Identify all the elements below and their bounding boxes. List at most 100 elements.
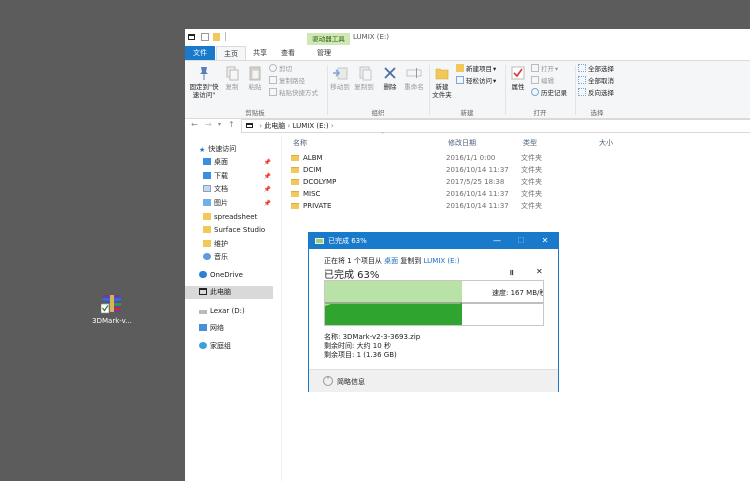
nav-item-desktop[interactable]: 桌面 📌 <box>185 156 273 169</box>
copy-destination-link[interactable]: LUMIX (E:) <box>424 257 460 265</box>
file-row[interactable]: MISC 2016/10/14 11:37 文件夹 <box>289 188 739 200</box>
breadcrumb-separator: › <box>330 122 334 130</box>
nav-item-documents[interactable]: 文档 📌 <box>185 183 273 196</box>
tab-share[interactable]: 共享 <box>247 46 273 60</box>
transfer-speed-graph: 速度: 167 MB/秒 <box>324 280 544 326</box>
file-row[interactable]: DCIM 2016/10/14 11:37 文件夹 <box>289 164 739 176</box>
close-button[interactable]: ✕ <box>533 233 557 249</box>
ribbon-home: 固定到"快 速访问" 复制 粘贴 剪切 复制路径 粘贴快捷方式 剪贴板 移动到 … <box>185 60 750 119</box>
fewer-details-toggle[interactable]: 简略信息 <box>337 377 365 387</box>
system-menu-icon[interactable] <box>188 34 195 40</box>
nav-item-label: 图片 <box>214 199 228 207</box>
nav-quick-access-label: 快速访问 <box>208 145 237 153</box>
copy-path-button[interactable]: 复制路径 <box>269 76 305 87</box>
file-row[interactable]: DCOLYMP 2017/5/25 18:38 文件夹 <box>289 176 739 188</box>
nav-homegroup[interactable]: 家庭组 <box>185 340 273 353</box>
quick-toolbar-divider <box>225 32 226 41</box>
new-folder-quick-icon[interactable] <box>213 33 220 41</box>
clipboard-group-label: 剪贴板 <box>245 109 265 117</box>
documents-folder-icon <box>203 185 211 192</box>
new-group-label: 新建 <box>460 109 474 117</box>
nav-lexar-drive[interactable]: Lexar (D:) <box>185 305 273 318</box>
rename-label: 重命名 <box>404 83 424 91</box>
history-button[interactable]: 历史记录 <box>531 88 567 99</box>
file-date: 2016/1/1 0:00 <box>446 154 496 162</box>
select-all-button[interactable]: 全部选择 <box>578 64 614 75</box>
address-field[interactable]: › 此电脑 › LUMIX (E:) › <box>241 119 750 133</box>
nav-lexar-label: Lexar (D:) <box>210 307 245 315</box>
pause-button[interactable]: ॥ <box>509 267 514 278</box>
nav-item-label: spreadsheet <box>214 213 258 221</box>
properties-label: 属性 <box>511 83 525 91</box>
delete-button[interactable]: 删除 <box>379 65 401 91</box>
pin-icon: 📌 <box>263 186 271 193</box>
tab-home[interactable]: 主页 <box>216 46 246 60</box>
file-row[interactable]: ALBM 2016/1/1 0:00 文件夹 <box>289 152 739 164</box>
nav-item-surface-studio[interactable]: Surface Studio <box>185 224 273 237</box>
copy-description: 正在将 1 个项目从 桌面 复制到 LUMIX (E:) <box>324 256 460 266</box>
scissors-icon <box>269 64 277 72</box>
desktop-file-3dmark[interactable]: 3DMark-v... <box>92 292 132 325</box>
nav-quick-access[interactable]: ★ 快速访问 <box>199 143 287 156</box>
tab-file[interactable]: 文件 <box>185 46 215 60</box>
collapse-chevron-icon[interactable]: ˄ <box>323 376 333 386</box>
copy-source-link[interactable]: 桌面 <box>384 257 398 265</box>
copy-button[interactable]: 复制 <box>222 65 242 91</box>
paste-button[interactable]: 粘贴 <box>245 65 265 91</box>
copy-progress-dialog: 已完成 63% — ☐ ✕ 正在将 1 个项目从 桌面 复制到 LUMIX (E… <box>308 232 559 392</box>
maximize-button[interactable]: ☐ <box>509 233 533 249</box>
file-row[interactable]: PRIVATE 2016/10/14 11:37 文件夹 <box>289 200 739 212</box>
properties-quick-icon[interactable] <box>201 33 209 41</box>
move-to-icon <box>332 65 348 81</box>
breadcrumb-lumix[interactable]: LUMIX (E:) <box>293 122 329 130</box>
tab-view[interactable]: 查看 <box>275 46 301 60</box>
star-icon: ★ <box>199 146 206 154</box>
new-item-label: 新建项目 <box>466 65 492 73</box>
edit-icon <box>531 76 539 84</box>
select-none-button[interactable]: 全部取消 <box>578 76 614 87</box>
open-label: 打开 <box>541 65 554 73</box>
easy-access-button[interactable]: 轻松访问▾ <box>456 76 496 87</box>
nav-item-maintenance[interactable]: 维护 <box>185 238 273 251</box>
invert-selection-label: 反向选择 <box>588 89 614 97</box>
easy-access-icon <box>456 76 464 84</box>
move-to-label: 移动到 <box>330 83 350 91</box>
column-header-type[interactable]: 类型 <box>523 138 537 148</box>
select-none-icon <box>578 76 586 84</box>
column-header-size[interactable]: 大小 <box>599 138 613 148</box>
nav-network[interactable]: 网络 <box>185 322 273 335</box>
edit-button[interactable]: 编辑 <box>531 76 554 87</box>
new-folder-button[interactable]: 新建 文件夹 <box>431 65 453 99</box>
move-to-button[interactable]: 移动到 <box>329 65 351 91</box>
column-header-date[interactable]: 修改日期 <box>448 138 476 148</box>
new-item-button[interactable]: 新建项目▾ <box>456 64 496 75</box>
folder-icon <box>291 179 299 185</box>
invert-selection-icon <box>578 88 586 96</box>
forward-arrow-icon[interactable]: → <box>205 120 212 129</box>
open-button[interactable]: 打开▾ <box>531 64 558 75</box>
minimize-button[interactable]: — <box>485 233 509 249</box>
back-arrow-icon[interactable]: ← <box>191 120 198 129</box>
properties-button[interactable]: 属性 <box>507 65 529 91</box>
copy-to-button[interactable]: 复制到 <box>353 65 375 91</box>
up-arrow-icon[interactable]: ↑ <box>228 120 235 129</box>
pin-quick-access-button[interactable]: 固定到"快 速访问" <box>188 65 220 99</box>
nav-this-pc[interactable]: 此电脑 <box>185 286 273 299</box>
recent-locations-icon[interactable]: ▾ <box>218 121 221 128</box>
column-header-name[interactable]: 名称 <box>293 138 307 148</box>
nav-item-downloads[interactable]: 下载 📌 <box>185 170 273 183</box>
paste-shortcut-button[interactable]: 粘贴快捷方式 <box>269 88 318 99</box>
cut-button[interactable]: 剪切 <box>269 64 292 75</box>
nav-item-spreadsheet[interactable]: spreadsheet <box>185 211 273 224</box>
nav-item-music[interactable]: 音乐 <box>185 251 273 264</box>
tab-manage[interactable]: 管理 <box>309 46 339 60</box>
cancel-copy-button[interactable]: ✕ <box>536 267 543 276</box>
rename-button[interactable]: 重命名 <box>402 65 426 91</box>
select-none-label: 全部取消 <box>588 77 614 85</box>
nav-item-label: 文档 <box>214 185 228 193</box>
invert-selection-button[interactable]: 反向选择 <box>578 88 614 99</box>
breadcrumb-this-pc[interactable]: 此电脑 <box>264 122 285 130</box>
nav-onedrive[interactable]: OneDrive <box>185 269 273 282</box>
paste-shortcut-label: 粘贴快捷方式 <box>279 89 318 97</box>
nav-item-pictures[interactable]: 图片 📌 <box>185 197 273 210</box>
